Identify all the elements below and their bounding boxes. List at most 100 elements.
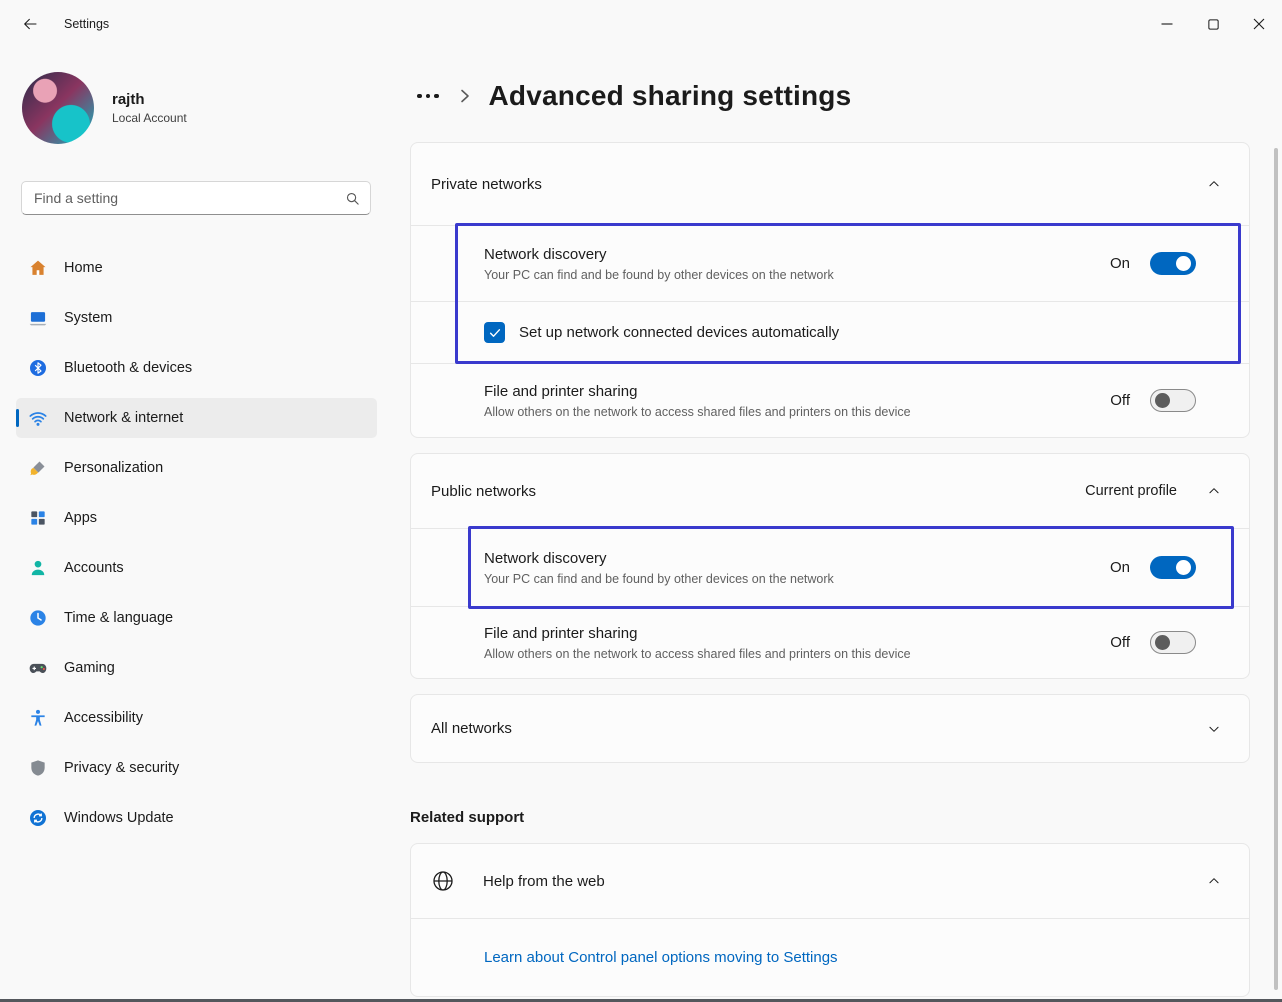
toggle-knob xyxy=(1155,635,1170,650)
account-info[interactable]: rajth Local Account xyxy=(22,72,390,144)
sidebar-item-gaming[interactable]: Gaming xyxy=(16,648,377,688)
search-input[interactable] xyxy=(32,189,345,207)
sidebar-item-accessibility[interactable]: Accessibility xyxy=(16,698,377,738)
related-support-heading: Related support xyxy=(410,809,1250,826)
file-printer-sharing-description: Allow others on the network to access sh… xyxy=(484,404,1110,420)
public-networks-card: Public networks Current profile Network … xyxy=(410,453,1250,679)
file-printer-sharing-description: Allow others on the network to access sh… xyxy=(484,646,1110,662)
main-content: Advanced sharing settings Private networ… xyxy=(390,48,1282,1002)
sidebar-item-apps[interactable]: Apps xyxy=(16,498,377,538)
breadcrumb-chevron-icon xyxy=(458,87,472,105)
sidebar-item-windows-update[interactable]: Windows Update xyxy=(16,798,377,838)
private-networks-title: Private networks xyxy=(431,176,1199,193)
all-networks-card: All networks xyxy=(410,694,1250,763)
network-discovery-title: Network discovery xyxy=(484,549,1110,569)
network-discovery-state-label: On xyxy=(1110,559,1130,576)
sidebar-item-home[interactable]: Home xyxy=(16,248,377,288)
sidebar-item-label: Accounts xyxy=(64,560,124,576)
sidebar-item-label: Personalization xyxy=(64,460,163,476)
file-printer-sharing-state-label: Off xyxy=(1110,392,1130,409)
close-icon xyxy=(1252,17,1266,31)
all-networks-title: All networks xyxy=(431,720,1199,737)
system-icon xyxy=(28,308,48,328)
setup-devices-checkbox[interactable] xyxy=(484,322,505,343)
back-button[interactable] xyxy=(10,7,50,41)
personalization-icon xyxy=(28,458,48,478)
minimize-button[interactable] xyxy=(1144,0,1190,48)
sidebar-item-bluetooth[interactable]: Bluetooth & devices xyxy=(16,348,377,388)
settings-content: Private networks Network discovery Your … xyxy=(410,142,1250,997)
sidebar-item-label: Time & language xyxy=(64,610,173,626)
toggle-knob xyxy=(1176,256,1191,271)
account-name: rajth xyxy=(112,91,187,108)
search-box[interactable] xyxy=(21,181,371,215)
network-discovery-state-label: On xyxy=(1110,255,1130,272)
accounts-icon xyxy=(28,558,48,578)
file-printer-sharing-toggle-private[interactable] xyxy=(1150,389,1196,412)
help-link-row: Learn about Control panel options moving… xyxy=(411,918,1249,996)
sidebar-item-label: Network & internet xyxy=(64,410,183,426)
caption-buttons xyxy=(1144,0,1282,48)
file-printer-sharing-toggle-public[interactable] xyxy=(1150,631,1196,654)
checkmark-icon xyxy=(488,326,502,340)
private-networks-expander[interactable]: Private networks xyxy=(411,143,1249,225)
search-icon xyxy=(345,191,360,206)
sidebar-item-label: System xyxy=(64,310,112,326)
setup-devices-row: Set up network connected devices automat… xyxy=(411,301,1249,363)
sidebar-item-label: Apps xyxy=(64,510,97,526)
breadcrumb-ellipsis-button[interactable] xyxy=(415,86,441,107)
maximize-button[interactable] xyxy=(1190,0,1236,48)
minimize-icon xyxy=(1160,17,1174,31)
current-profile-label: Current profile xyxy=(1085,483,1177,499)
home-icon xyxy=(28,258,48,278)
network-discovery-description: Your PC can find and be found by other d… xyxy=(484,267,1110,283)
gaming-icon xyxy=(28,658,48,678)
chevron-up-icon[interactable] xyxy=(1199,169,1229,199)
bluetooth-icon xyxy=(28,358,48,378)
sidebar-item-label: Privacy & security xyxy=(64,760,179,776)
sidebar-item-network-internet[interactable]: Network & internet xyxy=(16,398,377,438)
network-discovery-toggle-private[interactable] xyxy=(1150,252,1196,275)
sidebar-item-system[interactable]: System xyxy=(16,298,377,338)
all-networks-expander[interactable]: All networks xyxy=(411,695,1249,762)
network-discovery-row-private: Network discovery Your PC can find and b… xyxy=(411,225,1249,301)
help-from-web-expander[interactable]: Help from the web xyxy=(411,844,1249,918)
public-networks-title: Public networks xyxy=(431,483,1085,500)
account-type: Local Account xyxy=(112,111,187,125)
sidebar-item-label: Windows Update xyxy=(64,810,174,826)
sidebar-item-personalization[interactable]: Personalization xyxy=(16,448,377,488)
sidebar-item-label: Gaming xyxy=(64,660,115,676)
sidebar-item-accounts[interactable]: Accounts xyxy=(16,548,377,588)
sidebar-item-label: Accessibility xyxy=(64,710,143,726)
chevron-up-icon[interactable] xyxy=(1199,476,1229,506)
file-printer-sharing-title: File and printer sharing xyxy=(484,382,1110,402)
network-discovery-toggle-public[interactable] xyxy=(1150,556,1196,579)
sidebar-item-time-language[interactable]: Time & language xyxy=(16,598,377,638)
chevron-up-icon[interactable] xyxy=(1199,866,1229,896)
toggle-knob xyxy=(1155,393,1170,408)
back-arrow-icon xyxy=(22,16,38,32)
network-discovery-description: Your PC can find and be found by other d… xyxy=(484,571,1110,587)
file-printer-sharing-row-private: File and printer sharing Allow others on… xyxy=(411,363,1249,437)
window-title: Settings xyxy=(64,17,109,31)
scrollbar[interactable] xyxy=(1274,148,1278,990)
apps-icon xyxy=(28,508,48,528)
control-panel-options-link[interactable]: Learn about Control panel options moving… xyxy=(484,949,838,966)
windows-update-icon xyxy=(28,808,48,828)
sidebar-item-privacy-security[interactable]: Privacy & security xyxy=(16,748,377,788)
setup-devices-label: Set up network connected devices automat… xyxy=(519,324,839,341)
time-language-icon xyxy=(28,608,48,628)
chevron-down-icon[interactable] xyxy=(1199,714,1229,744)
close-button[interactable] xyxy=(1236,0,1282,48)
network-discovery-title: Network discovery xyxy=(484,245,1110,265)
network-discovery-row-public: Network discovery Your PC can find and b… xyxy=(411,528,1249,606)
private-networks-card: Private networks Network discovery Your … xyxy=(410,142,1250,438)
sidebar: rajth Local Account Home System Bluetoot… xyxy=(0,48,390,1002)
public-networks-expander[interactable]: Public networks Current profile xyxy=(411,454,1249,528)
help-from-web-title: Help from the web xyxy=(483,873,1199,890)
user-avatar xyxy=(22,72,94,144)
breadcrumb: Advanced sharing settings xyxy=(415,74,1282,118)
network-icon xyxy=(28,408,48,428)
sidebar-item-label: Home xyxy=(64,260,103,276)
toggle-knob xyxy=(1176,560,1191,575)
